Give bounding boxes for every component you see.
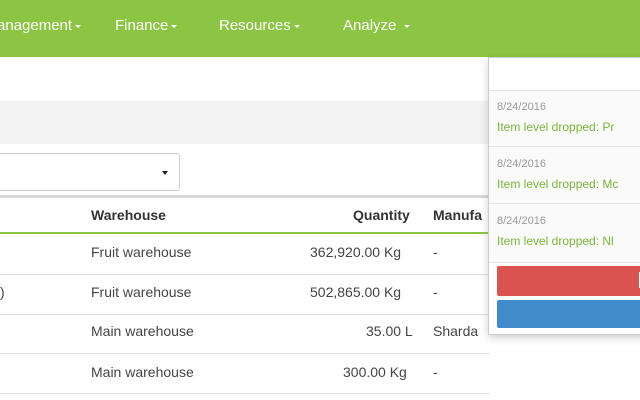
cell-warehouse: Main warehouse (91, 323, 194, 339)
notification-text: Item level dropped: Mc (497, 177, 619, 191)
caret-down-icon (293, 24, 300, 28)
nav-item-management[interactable]: anagement (0, 17, 82, 34)
nav-item-label: Resources (219, 17, 291, 34)
nav-item-label: anagement (0, 17, 73, 34)
notification-item[interactable]: 8/24/2016 Item level dropped: Nl (489, 205, 640, 263)
row-separator (0, 314, 490, 315)
cell-manufacturer: - (433, 244, 438, 260)
notification-text: Item level dropped: Nl (497, 234, 614, 248)
caret-down-icon (404, 24, 411, 28)
nav-item-analyze[interactable]: Analyze (343, 17, 411, 34)
notifications-header (489, 58, 640, 91)
caret-down-icon (75, 24, 82, 28)
notification-date: 8/24/2016 (497, 101, 546, 113)
top-navbar: anagement Finance Resources Analyze (0, 0, 640, 57)
notification-text: Item level dropped: Pr (497, 120, 615, 134)
cell-quantity: 300.00 Kg (343, 364, 407, 380)
notification-date: 8/24/2016 (497, 215, 546, 227)
notification-item[interactable]: 8/24/2016 Item level dropped: Mc (489, 148, 640, 204)
nav-item-label: Analyze (343, 17, 397, 34)
nav-item-label: Finance (115, 17, 169, 34)
warehouse-select[interactable] (0, 153, 180, 191)
row-separator (0, 353, 490, 354)
nav-item-resources[interactable]: Resources (219, 17, 300, 34)
column-header-warehouse[interactable]: Warehouse (91, 207, 166, 223)
cell-manufacturer: Sharda (433, 323, 479, 339)
caret-down-icon (171, 24, 178, 28)
cell-manufacturer: - (433, 364, 438, 380)
nav-item-finance[interactable]: Finance (115, 17, 178, 34)
column-header-quantity[interactable]: Quantity (353, 207, 410, 223)
view-all-button[interactable] (497, 300, 640, 328)
cell-quantity: 502,865.00 Kg (310, 284, 402, 300)
notification-date: 8/24/2016 (497, 158, 546, 170)
caret-down-icon (162, 171, 168, 175)
cell-item: ) (0, 284, 5, 300)
row-separator (0, 274, 490, 275)
dismiss-all-button[interactable] (497, 266, 640, 296)
column-header-manufacturer[interactable]: Manufa (433, 207, 482, 223)
cell-manufacturer: - (433, 284, 438, 300)
row-separator (0, 393, 490, 394)
table-header-underline (0, 232, 490, 234)
cell-quantity: 362,920.00 Kg (310, 244, 402, 260)
cell-warehouse: Fruit warehouse (91, 284, 192, 300)
cell-warehouse: Main warehouse (91, 364, 194, 380)
cell-warehouse: Fruit warehouse (91, 244, 192, 260)
notifications-dropdown: 8/24/2016 Item level dropped: Pr 8/24/20… (488, 57, 640, 335)
notification-item[interactable]: 8/24/2016 Item level dropped: Pr (489, 91, 640, 147)
cell-quantity: 35.00 L (366, 323, 413, 339)
